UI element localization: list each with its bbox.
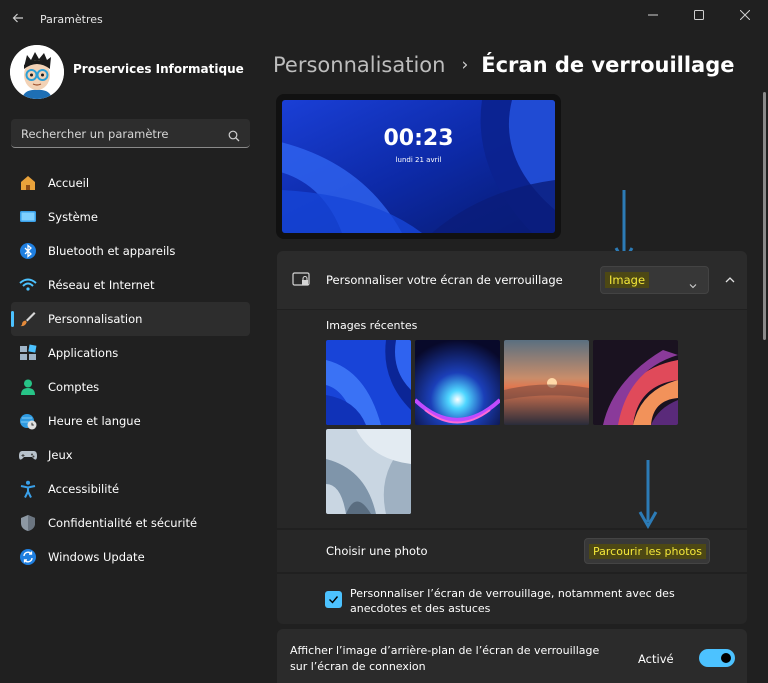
tips-row: Personnaliser l’écran de verrouillage, n… [277,574,747,624]
sidebar-item-label: Système [48,210,98,224]
sidebar-item-label: Heure et langue [48,414,141,428]
wifi-icon [19,276,37,294]
sidebar-item-bluetooth[interactable]: Bluetooth et appareils [11,234,250,268]
system-icon [19,208,37,226]
sidebar-item-heure[interactable]: Heure et langue [11,404,250,438]
sidebar-item-label: Bluetooth et appareils [48,244,176,258]
sidebar-item-label: Jeux [48,448,73,462]
sidebar-item-label: Applications [48,346,119,360]
sidebar-item-label: Comptes [48,380,100,394]
shield-icon [19,514,37,532]
preview-date: lundi 21 avril [395,156,442,164]
home-icon [19,174,37,192]
recent-image-thumbnail[interactable] [504,340,589,425]
chevron-down-icon [688,276,698,289]
gamepad-icon [19,446,37,464]
sidebar-item-label: Accueil [48,176,90,190]
maximize-icon[interactable] [676,0,722,30]
minimize-icon[interactable] [630,0,676,30]
breadcrumb-separator: › [461,55,469,75]
avatar [10,45,64,99]
search-input[interactable]: Rechercher un paramètre [11,119,250,148]
recent-image-thumbnail[interactable] [326,429,411,514]
back-arrow-icon[interactable] [8,10,28,30]
sidebar-item-label: Confidentialité et sécurité [48,516,198,530]
accessibility-icon [19,480,37,498]
search-icon[interactable] [228,127,240,142]
title-bar: Paramètres [0,0,768,40]
dropdown-selected-value: Image [605,272,650,288]
apps-icon [19,344,37,362]
settings-window: Paramètres Proservices Informatique Rech… [0,0,768,683]
lock-screen-icon [292,271,310,289]
sidebar-item-label: Accessibilité [48,482,120,496]
sidebar-item-accessibilite[interactable]: Accessibilité [11,472,250,506]
breadcrumb: Personnalisation › Écran de verrouillage [273,50,735,80]
scrollbar[interactable] [763,92,766,340]
bluetooth-icon [19,242,37,260]
toggle-state-label: Activé [638,652,674,666]
browse-photos-button[interactable]: Parcourir les photos [584,538,710,564]
choose-photo-label: Choisir une photo [326,544,428,558]
lockscreen-preview-screen: 00:23 lundi 21 avril [282,100,555,233]
annotation-arrow-down-icon [638,460,658,530]
sidebar-item-label: Windows Update [48,550,145,564]
lockscreen-preview: 00:23 lundi 21 avril [276,94,561,239]
profile-name: Proservices Informatique [73,62,244,76]
choose-photo-row: Choisir une photo Parcourir les photos [277,530,747,572]
page-title: Écran de verrouillage [481,53,735,77]
sidebar-item-personnalisation[interactable]: Personnalisation [11,302,250,336]
preview-time: 00:23 [383,126,454,151]
tips-label: Personnaliser l’écran de verrouillage, n… [350,587,675,615]
recent-images-label: Images récentes [326,319,418,332]
window-controls [630,0,768,30]
sidebar-item-confidentialite[interactable]: Confidentialité et sécurité [11,506,250,540]
sidebar-item-windows-update[interactable]: Windows Update [11,540,250,574]
sidebar-item-jeux[interactable]: Jeux [11,438,250,472]
browse-photos-label: Parcourir les photos [589,544,707,559]
user-profile[interactable]: Proservices Informatique [10,45,250,105]
sidebar-item-systeme[interactable]: Système [11,200,250,234]
sidebar-item-label: Personnalisation [48,312,143,326]
globe-clock-icon [19,412,37,430]
signin-background-toggle[interactable] [699,649,735,667]
sidebar-nav: Accueil Système Bluetooth et appareils R… [11,166,250,574]
window-title: Paramètres [40,13,103,26]
signin-background-row: Afficher l’image d’arrière-plan de l’écr… [277,629,747,683]
lockscreen-setting-label: Personnaliser votre écran de verrouillag… [326,273,563,287]
toggle-knob [721,653,731,663]
recent-image-thumbnail[interactable] [415,340,500,425]
checkmark-icon [328,590,339,609]
background-type-dropdown[interactable]: Image [600,266,709,294]
search-placeholder: Rechercher un paramètre [21,127,169,141]
tips-checkbox[interactable] [325,591,342,608]
signin-background-label: Afficher l’image d’arrière-plan de l’écr… [290,644,600,673]
breadcrumb-parent[interactable]: Personnalisation [273,53,445,77]
sidebar-item-label: Réseau et Internet [48,278,155,292]
sidebar-item-reseau[interactable]: Réseau et Internet [11,268,250,302]
brush-icon [19,310,37,328]
sidebar-item-comptes[interactable]: Comptes [11,370,250,404]
sidebar-item-applications[interactable]: Applications [11,336,250,370]
recent-image-thumbnail[interactable] [593,340,678,425]
collapse-button[interactable] [716,266,744,294]
update-icon [19,548,37,566]
sidebar-item-accueil[interactable]: Accueil [11,166,250,200]
close-icon[interactable] [722,0,768,30]
recent-image-thumbnail[interactable] [326,340,411,425]
lockscreen-setting-header[interactable]: Personnaliser votre écran de verrouillag… [277,251,747,309]
person-icon [19,378,37,396]
chevron-up-icon [724,271,736,290]
recent-images-panel: Images récentes [277,310,747,528]
